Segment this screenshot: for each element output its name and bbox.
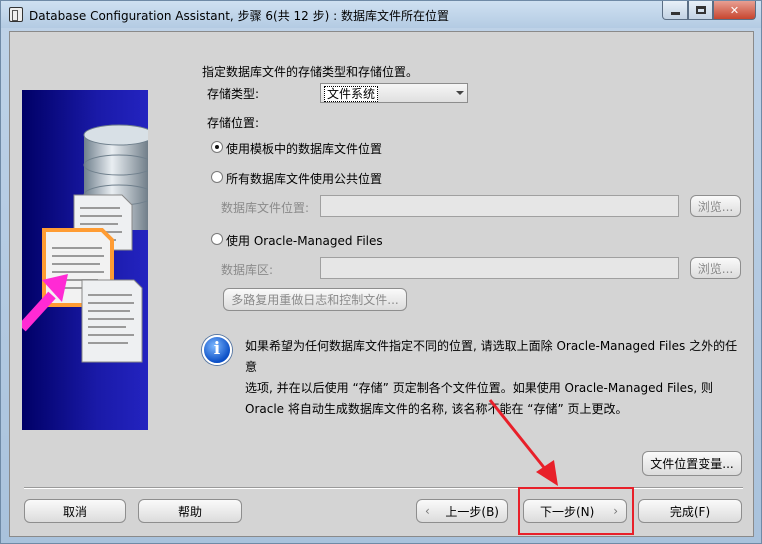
back-button[interactable]: ‹ 上一步(B) [416,499,508,523]
cancel-label: 取消 [62,504,87,519]
wizard-body: 指定数据库文件的存储类型和存储位置。 存储类型: 文件系统 存储位置: 使用模板… [9,31,754,537]
radio-template-location[interactable] [211,141,223,153]
finish-label: 完成(F) [669,504,711,519]
storage-type-label: 存储类型: [207,87,260,101]
db-area-input[interactable] [320,257,679,279]
option-template-location-label[interactable]: 使用模板中的数据库文件位置 [226,140,382,157]
multiplex-redo-logs-button[interactable]: 多路复用重做日志和控制文件... [223,288,407,311]
file-location-variables-label: 文件位置变量... [650,457,734,471]
browse-button-2[interactable]: 浏览... [690,257,741,279]
browse-button-1-label: 浏览... [697,199,734,214]
annotation-arrow [488,399,558,486]
db-area-label: 数据库区: [221,263,274,277]
browse-button-2-label: 浏览... [697,261,734,276]
finish-button[interactable]: 完成(F) [638,499,742,523]
maximize-icon [695,6,706,14]
chevron-down-icon [456,91,464,95]
close-icon: ✕ [729,3,740,17]
info-icon: i [202,335,232,365]
footer-separator [24,487,743,489]
back-label: 上一步(B) [445,504,499,519]
storage-type-value: 文件系统 [324,86,379,102]
option-common-location-label[interactable]: 所有数据库文件使用公共位置 [226,170,382,187]
maximize-button[interactable] [688,1,713,20]
info-icon-glyph: i [213,339,221,359]
db-file-location-label: 数据库文件位置: [221,201,310,215]
browse-button-1[interactable]: 浏览... [690,195,741,217]
dbca-window: Database Configuration Assistant, 步骤 6(共… [0,0,762,544]
next-button-highlight [518,487,634,535]
close-button[interactable]: ✕ [713,1,756,20]
intro-text: 指定数据库文件的存储类型和存储位置。 [202,65,419,79]
minimize-button[interactable] [662,1,688,20]
file-location-variables-button[interactable]: 文件位置变量... [642,451,742,476]
title-bar[interactable]: Database Configuration Assistant, 步骤 6(共… [1,1,761,28]
app-icon [9,7,23,22]
storage-location-label: 存储位置: [207,116,260,130]
cancel-button[interactable]: 取消 [24,499,126,523]
window-controls: ✕ [662,1,756,20]
multiplex-redo-logs-label: 多路复用重做日志和控制文件... [231,293,399,307]
info-line-1: 如果希望为任何数据库文件指定不同的位置, 请选取上面除 Oracle-Manag… [245,339,738,374]
database-files-icon [22,124,148,363]
minimize-icon [670,11,680,15]
db-file-location-input[interactable] [320,195,679,217]
radio-oracle-managed-files[interactable] [211,233,223,245]
option-omf-label[interactable]: 使用 Oracle-Managed Files [226,232,383,249]
radio-common-location[interactable] [211,171,223,183]
help-label: 帮助 [177,504,202,519]
window-title: Database Configuration Assistant, 步骤 6(共… [29,9,449,23]
storage-type-select[interactable]: 文件系统 [320,83,468,103]
chevron-left-icon: ‹ [425,504,430,518]
help-button[interactable]: 帮助 [138,499,242,523]
wizard-illustration [22,90,148,430]
